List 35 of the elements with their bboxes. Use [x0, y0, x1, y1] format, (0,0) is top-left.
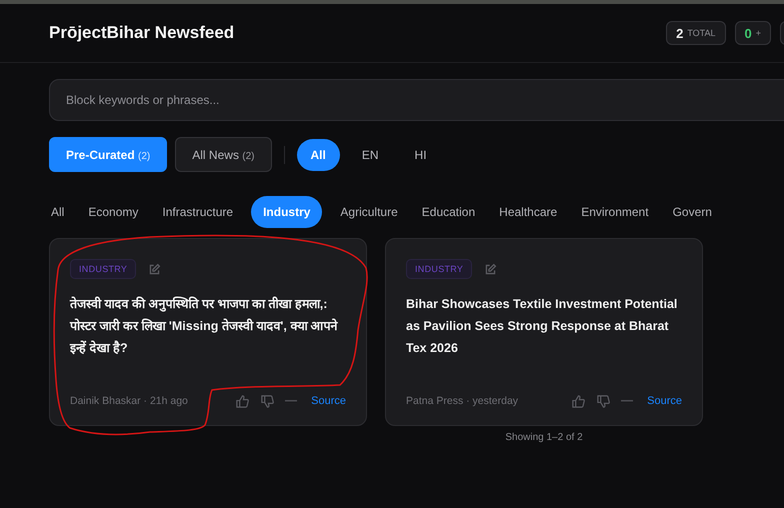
thumbs-down-icon[interactable] — [260, 394, 276, 408]
article-title[interactable]: Bihar Showcases Textile Investment Potential as Pavilion Sees Strong Response at Bharat Tex 2026 — [406, 293, 682, 359]
article-meta: Dainik Bhaskar · 21h ago — [70, 395, 188, 407]
feed-tab[interactable]: All News (2) — [175, 137, 272, 172]
source-link[interactable]: Source — [647, 395, 682, 407]
category-tab[interactable]: Agriculture — [330, 196, 408, 228]
category-tab[interactable]: Education — [412, 196, 486, 228]
article-title[interactable]: तेजस्वी यादव की अनुपस्थिति पर भाजपा का तीखा हमला,: पोस्टर जारी कर लिखा 'Missing तेजस्वी यादव', क्या आपने इन्हें देखा है? — [70, 293, 346, 359]
category-tab[interactable]: Infrastructure — [152, 196, 244, 228]
category-tab[interactable]: Environment — [571, 196, 659, 228]
feed-tab[interactable]: Pre-Curated (2) — [49, 137, 168, 172]
thumbs-up-icon[interactable] — [571, 394, 586, 408]
search-field[interactable]: Block keywords or phrases... — [49, 79, 784, 121]
edit-icon[interactable] — [484, 262, 498, 276]
dash-icon[interactable] — [621, 400, 634, 402]
category-tab[interactable]: Economy — [78, 196, 148, 228]
app-title: PrōjectBihar Newsfeed — [49, 23, 234, 43]
language-tab[interactable]: All — [296, 138, 340, 170]
category-tag: INDUSTRY — [70, 259, 136, 279]
language-tab[interactable]: HI — [400, 138, 441, 170]
thumbs-up-icon[interactable] — [235, 394, 250, 408]
language-tab[interactable]: EN — [348, 138, 393, 170]
category-tab[interactable]: Healthcare — [489, 196, 568, 228]
stat-badge: 0 + — [734, 21, 771, 45]
category-tab[interactable]: All — [41, 196, 74, 228]
dash-icon[interactable] — [285, 400, 298, 402]
category-tab[interactable]: Industry — [251, 196, 322, 228]
category-tag: INDUSTRY — [406, 259, 472, 279]
thumbs-down-icon[interactable] — [596, 394, 612, 408]
article-meta: Patna Press · yesterday — [406, 395, 518, 407]
source-link[interactable]: Source — [311, 395, 346, 407]
edit-icon[interactable] — [148, 262, 162, 276]
category-tab[interactable]: Govern — [662, 196, 722, 228]
stat-badge: 2 TOTAL — [666, 21, 726, 45]
result-count: Showing 1–2 of 2 — [504, 432, 584, 443]
